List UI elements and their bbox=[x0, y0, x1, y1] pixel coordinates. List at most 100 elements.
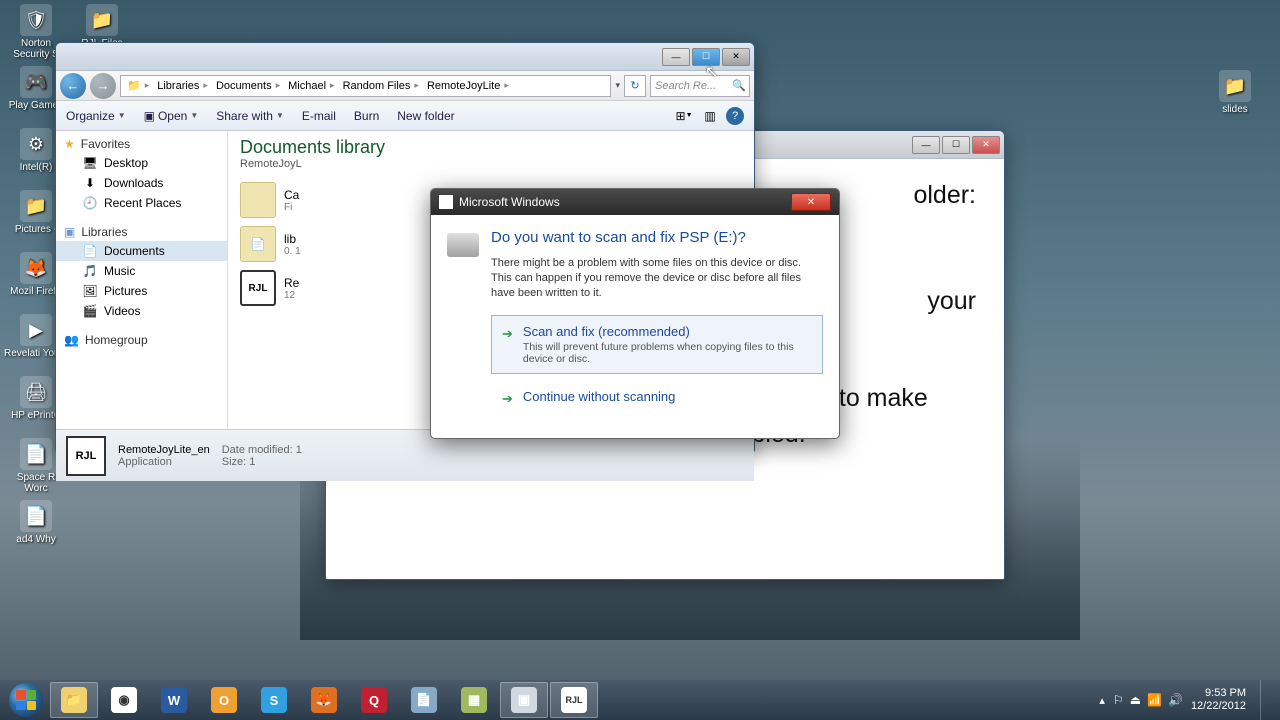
tray-expand-icon[interactable]: ▴ bbox=[1099, 694, 1105, 707]
nav-icon: ⬇ bbox=[82, 175, 98, 191]
tray-clock[interactable]: 9:53 PM 12/22/2012 bbox=[1191, 687, 1246, 712]
library-title: Documents library bbox=[240, 137, 742, 158]
desktop-icon[interactable]: 📄ad4 Why bbox=[4, 500, 68, 560]
scan-and-fix-option[interactable]: ➔ Scan and fix (recommended) This will p… bbox=[491, 315, 823, 374]
nav-item-desktop[interactable]: 🖥Desktop bbox=[56, 153, 227, 173]
dialog-titlebar[interactable]: Microsoft Windows ✕ bbox=[431, 189, 839, 215]
tray-time: 9:53 PM bbox=[1191, 687, 1246, 700]
taskbar-app-word[interactable]: W bbox=[150, 682, 198, 718]
file-name: lib bbox=[284, 232, 301, 246]
file-icon: RJL bbox=[240, 270, 276, 306]
maximize-button[interactable]: ☐ bbox=[692, 48, 720, 66]
search-icon: 🔍 bbox=[732, 79, 746, 92]
preview-pane-button[interactable]: ▥ bbox=[700, 106, 720, 126]
email-button[interactable]: E-mail bbox=[302, 109, 336, 123]
details-date-value: 1 bbox=[296, 444, 302, 456]
back-button[interactable]: ← bbox=[60, 73, 86, 99]
taskbar-app-chrome[interactable]: ◉ bbox=[100, 682, 148, 718]
rjl-icon: RJL bbox=[561, 687, 587, 713]
icon-label: Pictures - bbox=[15, 224, 57, 235]
taskbar-app-quicken[interactable]: Q bbox=[350, 682, 398, 718]
close-button[interactable]: ✕ bbox=[972, 136, 1000, 154]
refresh-button[interactable]: ↻ bbox=[624, 75, 646, 97]
star-icon: ★ bbox=[64, 137, 75, 151]
file-meta: 12 bbox=[284, 290, 299, 301]
help-button[interactable]: ? bbox=[726, 107, 744, 125]
nav-icon: 🕘 bbox=[82, 195, 98, 211]
nav-icon: 📄 bbox=[82, 243, 98, 259]
nav-item-documents[interactable]: 📄Documents bbox=[56, 241, 227, 261]
option-subtitle: This will prevent future problems when c… bbox=[523, 341, 812, 365]
action-center-icon[interactable]: ⚐ bbox=[1113, 693, 1124, 707]
app-icon: 📁 bbox=[20, 190, 52, 222]
app-icon: 📄 bbox=[20, 438, 52, 470]
close-button[interactable]: ✕ bbox=[791, 193, 831, 211]
folder-icon: 📁 bbox=[123, 79, 153, 92]
forward-button[interactable]: → bbox=[90, 73, 116, 99]
details-filename: RemoteJoyLite_en bbox=[118, 444, 210, 456]
taskbar-app-rjl[interactable]: RJL bbox=[550, 682, 598, 718]
breadcrumb-segment[interactable]: Libraries bbox=[153, 80, 212, 92]
organize-menu[interactable]: Organize▼ bbox=[66, 109, 126, 123]
nav-item-downloads[interactable]: ⬇Downloads bbox=[56, 173, 227, 193]
option-title: Continue without scanning bbox=[523, 389, 676, 404]
continue-option[interactable]: ➔ Continue without scanning bbox=[491, 380, 823, 416]
arrow-icon: ➔ bbox=[502, 391, 513, 407]
nav-label: Music bbox=[104, 264, 135, 278]
share-menu[interactable]: Share with▼ bbox=[216, 109, 284, 123]
favorites-header[interactable]: ★Favorites bbox=[56, 135, 227, 153]
homegroup-header[interactable]: 👥Homegroup bbox=[56, 331, 227, 349]
details-date-label: Date modified: bbox=[222, 444, 293, 456]
taskbar-app-notepad[interactable]: 📄 bbox=[400, 682, 448, 718]
photo-icon: ▣ bbox=[511, 687, 537, 713]
nav-icon: 🎵 bbox=[82, 263, 98, 279]
removable-icon[interactable]: ⏏ bbox=[1130, 693, 1141, 707]
taskbar-app-skype[interactable]: S bbox=[250, 682, 298, 718]
network-icon[interactable]: 📶 bbox=[1147, 693, 1162, 707]
open-menu[interactable]: ▣Open▼ bbox=[144, 109, 199, 123]
burn-button[interactable]: Burn bbox=[354, 109, 379, 123]
app-icon: ▣ bbox=[144, 109, 155, 123]
minimize-button[interactable]: — bbox=[912, 136, 940, 154]
view-button[interactable]: ⊞▼ bbox=[674, 106, 694, 126]
desktop-icon[interactable]: 📁slides bbox=[1200, 70, 1270, 130]
breadcrumb-segment[interactable]: Michael bbox=[284, 80, 338, 92]
app-icon: 🎮 bbox=[20, 66, 52, 98]
taskbar-app-firefox[interactable]: 🦊 bbox=[300, 682, 348, 718]
nav-item-videos[interactable]: 🎬 Videos bbox=[56, 301, 227, 321]
maximize-button[interactable]: ☐ bbox=[942, 136, 970, 154]
libraries-header[interactable]: ▣Libraries bbox=[56, 223, 227, 241]
newfolder-button[interactable]: New folder bbox=[397, 109, 454, 123]
explorer-titlebar[interactable]: — ☐ ✕ bbox=[56, 43, 754, 71]
volume-icon[interactable]: 🔊 bbox=[1168, 693, 1183, 707]
word-icon: W bbox=[161, 687, 187, 713]
close-button[interactable]: ✕ bbox=[722, 48, 750, 66]
nav-icon: 🎬 bbox=[82, 303, 98, 319]
nav-label: Videos bbox=[104, 304, 140, 318]
show-desktop-button[interactable] bbox=[1260, 680, 1270, 720]
search-input[interactable]: Search Re... 🔍 bbox=[650, 75, 750, 97]
start-button[interactable] bbox=[6, 680, 46, 720]
taskbar-app-photo[interactable]: ▣ bbox=[500, 682, 548, 718]
nav-item-music[interactable]: 🎵 Music bbox=[56, 261, 227, 281]
explorer-toolbar: Organize▼ ▣Open▼ Share with▼ E-mail Burn… bbox=[56, 101, 754, 131]
nav-icon: 🖥 bbox=[82, 155, 98, 171]
details-size-value: 1 bbox=[249, 456, 255, 468]
dialog-body-text: There might be a problem with some files… bbox=[491, 256, 823, 301]
dialog-title: Microsoft Windows bbox=[459, 195, 560, 209]
breadcrumb-segment[interactable]: Random Files bbox=[339, 80, 423, 92]
explorer-icon: 📁 bbox=[61, 687, 87, 713]
breadcrumb-segment[interactable]: Documents bbox=[212, 80, 284, 92]
breadcrumb-segment[interactable]: RemoteJoyLite bbox=[423, 80, 513, 92]
dialog-icon bbox=[439, 195, 453, 209]
app-icon: 🦊 bbox=[20, 252, 52, 284]
address-bar[interactable]: 📁LibrariesDocumentsMichaelRandom FilesRe… bbox=[120, 75, 611, 97]
nav-item-recent places[interactable]: 🕘Recent Places bbox=[56, 193, 227, 213]
nav-item-pictures[interactable]: 🖼Pictures bbox=[56, 281, 227, 301]
option-title: Scan and fix (recommended) bbox=[523, 324, 812, 339]
taskbar-app-app2[interactable]: ▦ bbox=[450, 682, 498, 718]
taskbar-app-explorer[interactable]: 📁 bbox=[50, 682, 98, 718]
taskbar-app-outlook[interactable]: O bbox=[200, 682, 248, 718]
app-icon: 📁 bbox=[86, 4, 118, 36]
minimize-button[interactable]: — bbox=[662, 48, 690, 66]
